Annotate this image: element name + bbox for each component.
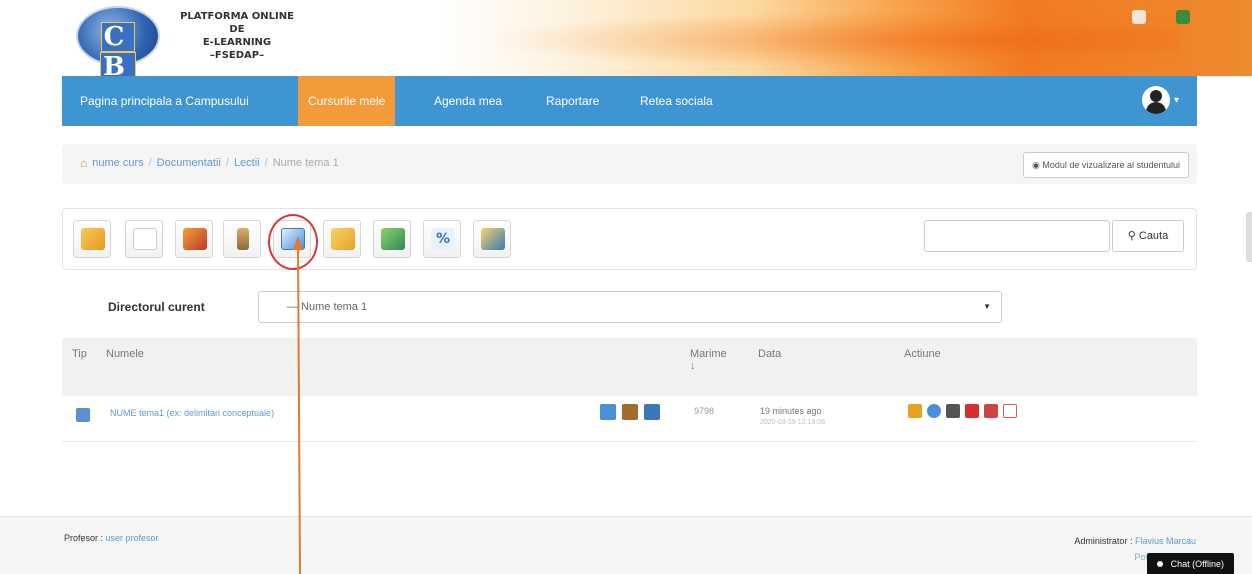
quota-button[interactable]: % — [423, 220, 461, 258]
files-table: Tip Numele Marime ↓ Data Actiune NUME te… — [62, 338, 1197, 442]
create-folder-button[interactable] — [323, 220, 361, 258]
column-header-name[interactable]: Numele — [106, 348, 144, 360]
chat-button[interactable]: Chat (Offline) — [1146, 553, 1234, 574]
admin-link[interactable]: Flavius Marcau — [1135, 536, 1196, 546]
main-navbar: Pagina principala a Campusului Cursurile… — [62, 76, 1197, 126]
new-document-button[interactable] — [125, 220, 163, 258]
search-icon: ⚲ — [1127, 230, 1139, 242]
file-name-link[interactable]: NUME tema1 (ex: delimitari conceptuale) — [110, 408, 274, 418]
breadcrumb: ⌂ nume curs / Documentatii / Lectii / Nu… — [80, 156, 339, 170]
web-page-icon — [76, 408, 90, 424]
logo-letter-c: C — [100, 22, 136, 52]
breadcrumb-course[interactable]: nume curs — [92, 157, 143, 169]
table-header: Tip Numele Marime ↓ Data Actiune — [62, 338, 1197, 396]
image-gallery-button[interactable] — [373, 220, 411, 258]
save-icon[interactable] — [644, 404, 660, 420]
visibility-icon[interactable] — [946, 404, 960, 418]
draw-icon — [183, 228, 207, 250]
briefcase-icon[interactable] — [622, 404, 638, 420]
audio-record-icon — [237, 228, 249, 250]
nav-reporting[interactable]: Raportare — [536, 76, 609, 126]
user-menu[interactable]: ▾ — [1141, 86, 1179, 114]
nav-agenda[interactable]: Agenda mea — [424, 76, 512, 126]
chevron-down-icon: ▼ — [983, 302, 991, 311]
search-button[interactable]: ⚲ Cauta — [1112, 220, 1184, 252]
avatar — [1141, 86, 1170, 114]
side-tab-handle[interactable] — [1246, 212, 1252, 262]
move-icon[interactable] — [927, 404, 941, 418]
delete-icon[interactable] — [965, 404, 979, 418]
column-header-type[interactable]: Tip — [72, 348, 87, 360]
row-quick-actions — [600, 404, 660, 420]
search-document-icon[interactable] — [984, 404, 998, 418]
audio-record-button[interactable] — [223, 220, 261, 258]
folder-up-button[interactable] — [73, 220, 111, 258]
nav-social-network[interactable]: Retea sociala — [630, 76, 723, 126]
language-icon[interactable] — [1176, 10, 1190, 24]
breadcrumb-lessons[interactable]: Lectii — [234, 157, 260, 169]
header-banner: C B PLATFORMA ONLINE DE E-LEARNING –FSED… — [0, 0, 1252, 76]
site-title: PLATFORMA ONLINE DE E-LEARNING –FSEDAP– — [180, 11, 294, 61]
edit-icon[interactable] — [908, 404, 922, 418]
folder-up-icon — [81, 228, 105, 250]
column-header-date[interactable]: Data — [758, 348, 781, 360]
storage-icon — [481, 228, 505, 250]
chevron-down-icon: ▾ — [1173, 94, 1179, 106]
pdf-export-icon[interactable] — [1003, 404, 1017, 418]
image-gallery-icon — [381, 228, 405, 250]
row-actions — [908, 404, 1017, 418]
banner-decoration — [480, 10, 1180, 70]
column-header-size[interactable]: Marime ↓ — [690, 348, 727, 372]
quota-percent-icon: % — [431, 228, 455, 250]
flag-icon[interactable] — [1132, 10, 1146, 24]
home-icon[interactable]: ⌂ — [80, 156, 87, 170]
footer: Profesor : user profesor Administrator :… — [0, 516, 1252, 574]
new-document-icon — [133, 228, 157, 250]
file-date: 19 minutes ago 2020-03-19 12:13:08 — [760, 406, 825, 426]
file-size: 9798 — [694, 406, 715, 416]
eye-icon: ◉ — [1032, 160, 1043, 170]
draw-button[interactable] — [175, 220, 213, 258]
sort-desc-icon: ↓ — [690, 360, 696, 372]
student-view-button[interactable]: ◉ Modul de vizualizare al studentului — [1023, 152, 1189, 178]
copy-icon[interactable] — [600, 404, 616, 420]
breadcrumb-current: Nume tema 1 — [272, 157, 339, 169]
storage-button[interactable] — [473, 220, 511, 258]
banner-icons — [1132, 10, 1190, 24]
current-directory-select[interactable]: — Nume tema 1 ▼ — [258, 291, 1002, 323]
breadcrumb-bar: ⌂ nume curs / Documentatii / Lectii / Nu… — [62, 144, 1197, 184]
highlight-circle-annotation — [268, 214, 318, 270]
teacher-link[interactable]: user profesor — [106, 533, 159, 543]
create-folder-icon — [331, 228, 355, 250]
nav-my-courses[interactable]: Cursurile mele — [298, 76, 396, 126]
site-logo[interactable]: C B — [76, 6, 160, 76]
logo-letter-b: B — [100, 52, 136, 76]
document-toolbar: % ⚲ Cauta — [62, 208, 1197, 270]
footer-teacher: Profesor : user profesor — [64, 533, 159, 543]
breadcrumb-documents[interactable]: Documentatii — [157, 157, 221, 169]
search-input[interactable] — [924, 220, 1110, 252]
current-directory-label: Directorul curent — [108, 300, 205, 314]
status-dot-icon — [1156, 561, 1163, 567]
nav-campus-home[interactable]: Pagina principala a Campusului — [70, 76, 259, 126]
table-row: NUME tema1 (ex: delimitari conceptuale) … — [62, 396, 1197, 442]
column-header-action: Actiune — [904, 348, 941, 360]
